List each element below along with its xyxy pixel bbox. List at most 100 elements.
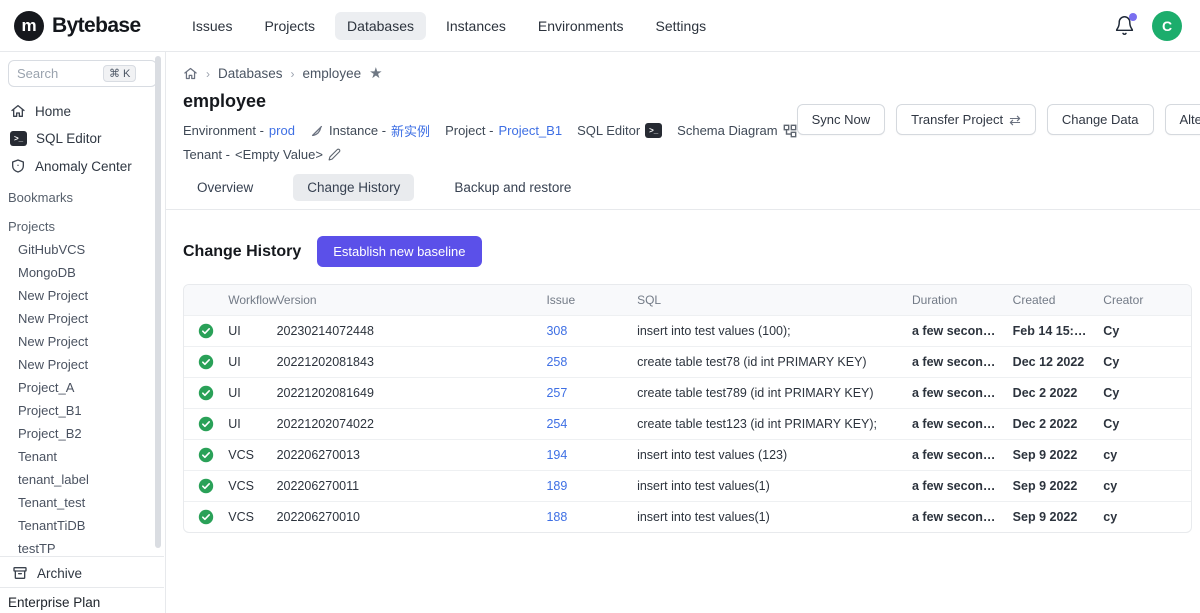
page-title: employee: [183, 91, 797, 112]
cell-issue: 257: [538, 377, 629, 408]
nav-item-issues[interactable]: Issues: [180, 12, 244, 40]
edit-pencil-icon[interactable]: [328, 148, 341, 161]
nav-item-projects[interactable]: Projects: [252, 12, 327, 40]
tab-list: Overview Change History Backup and restore: [166, 162, 1200, 210]
cell-status: [184, 501, 220, 532]
sql-editor-shortcut[interactable]: SQL Editor >_: [577, 123, 662, 138]
issue-link[interactable]: 258: [546, 355, 567, 369]
cell-issue: 308: [538, 315, 629, 346]
sidebar-project-item[interactable]: New Project: [18, 353, 165, 376]
sidebar-project-item[interactable]: GitHubVCS: [18, 238, 165, 261]
issue-link[interactable]: 189: [546, 479, 567, 493]
sidebar-item-anomaly-center[interactable]: Anomaly Center: [0, 152, 165, 180]
cell-version: 202206270013: [269, 439, 539, 470]
sidebar-section-bookmarks: Bookmarks: [0, 180, 165, 209]
cell-created: Dec 12 2022: [1005, 346, 1096, 377]
issue-link[interactable]: 188: [546, 510, 567, 524]
cell-sql: insert into test values (123): [629, 439, 904, 470]
breadcrumb-databases[interactable]: Databases: [218, 66, 283, 81]
success-check-icon: [198, 478, 214, 494]
table-row[interactable]: UI20221202074022254create table test123 …: [184, 408, 1191, 439]
sidebar-project-item[interactable]: Project_B2: [18, 422, 165, 445]
column-header: Created: [1005, 285, 1096, 315]
success-check-icon: [198, 385, 214, 401]
issue-link[interactable]: 308: [546, 324, 567, 338]
sidebar-section-projects: Projects: [0, 209, 165, 238]
cell-status: [184, 377, 220, 408]
notifications-button[interactable]: [1114, 15, 1136, 37]
establish-baseline-button[interactable]: Establish new baseline: [317, 236, 481, 267]
project-list: GitHubVCSMongoDBNew ProjectNew ProjectNe…: [0, 238, 165, 583]
cell-creator: cy: [1095, 501, 1191, 532]
search-box[interactable]: ⌘ K: [8, 60, 157, 87]
archive-label: Archive: [37, 566, 82, 581]
cell-created: Dec 2 2022: [1005, 377, 1096, 408]
table-row[interactable]: UI20221202081843258create table test78 (…: [184, 346, 1191, 377]
nav-item-environments[interactable]: Environments: [526, 12, 636, 40]
table-row[interactable]: VCS202206270013 194 insert into test value…: [184, 439, 1191, 470]
search-input[interactable]: [17, 66, 103, 81]
sidebar-project-item[interactable]: New Project: [18, 307, 165, 330]
sidebar-item-label: SQL Editor: [36, 131, 102, 146]
issue-link[interactable]: 257: [546, 386, 567, 400]
column-header: Workflow: [220, 285, 268, 315]
transfer-project-button[interactable]: Transfer Project⇄: [896, 104, 1036, 135]
brand-logo[interactable]: m Bytebase: [0, 11, 168, 41]
cell-creator: cy: [1095, 439, 1191, 470]
sidebar-scrollbar[interactable]: [155, 56, 161, 548]
column-header: Version: [269, 285, 539, 315]
engine-icon: [310, 124, 324, 138]
avatar[interactable]: C: [1152, 11, 1182, 41]
table-row[interactable]: UI20230214072448308insert into test valu…: [184, 315, 1191, 346]
table-row[interactable]: UI20221202081649257create table test789 …: [184, 377, 1191, 408]
tab-change-history[interactable]: Change History: [293, 174, 414, 201]
cell-created: Feb 14 15:32: [1005, 315, 1096, 346]
sidebar-item-archive[interactable]: Archive: [0, 556, 164, 587]
sidebar-project-item[interactable]: New Project: [18, 284, 165, 307]
sidebar-project-item[interactable]: Tenant: [18, 445, 165, 468]
sidebar-project-item[interactable]: Project_A: [18, 376, 165, 399]
environment-link[interactable]: prod: [269, 123, 295, 138]
sidebar-project-item[interactable]: tenant_label: [18, 468, 165, 491]
cell-workflow: VCS: [220, 470, 268, 501]
change-data-button[interactable]: Change Data: [1047, 104, 1154, 135]
cell-version: 20221202081843: [269, 346, 539, 377]
change-history-header: Change History Establish new baseline: [166, 210, 1200, 267]
sidebar-project-item[interactable]: New Project: [18, 330, 165, 353]
nav-item-databases[interactable]: Databases: [335, 12, 426, 40]
cell-sql: insert into test values (100);: [629, 315, 904, 346]
breadcrumb-employee[interactable]: employee: [303, 66, 362, 81]
sidebar-item-label: Anomaly Center: [35, 159, 132, 174]
issue-link[interactable]: 194: [546, 448, 567, 462]
sidebar-project-item[interactable]: Project_B1: [18, 399, 165, 422]
sidebar-project-item[interactable]: MongoDB: [18, 261, 165, 284]
cell-sql: create table test123 (id int PRIMARY KEY…: [629, 408, 904, 439]
project-link[interactable]: Project_B1: [498, 123, 562, 138]
issue-link[interactable]: 254: [546, 417, 567, 431]
tab-backup-and-restore[interactable]: Backup and restore: [440, 174, 585, 201]
tab-overview[interactable]: Overview: [183, 174, 267, 201]
sidebar-project-item[interactable]: TenantTiDB: [18, 514, 165, 537]
sync-now-button[interactable]: Sync Now: [797, 104, 886, 135]
alter-schema-button[interactable]: Alter Schema: [1165, 104, 1200, 135]
shield-icon: [10, 158, 26, 174]
instance-link[interactable]: 新实例: [391, 121, 430, 140]
home-breadcrumb-icon[interactable]: [183, 66, 198, 81]
cell-sql: insert into test values(1): [629, 470, 904, 501]
cell-workflow: VCS: [220, 439, 268, 470]
table-header-row: WorkflowVersionIssueSQLDurationCreatedCr…: [184, 285, 1191, 315]
schema-diagram-shortcut[interactable]: Schema Diagram: [677, 123, 796, 138]
cell-workflow: UI: [220, 315, 268, 346]
table-row[interactable]: VCS202206270010188insert into test value…: [184, 501, 1191, 532]
table-row[interactable]: VCS202206270011189insert into test value…: [184, 470, 1191, 501]
sidebar-project-item[interactable]: Tenant_test: [18, 491, 165, 514]
nav-item-settings[interactable]: Settings: [644, 12, 719, 40]
bookmark-star-icon[interactable]: ★: [369, 66, 382, 81]
sidebar-item-home[interactable]: Home: [0, 97, 165, 125]
nav-item-instances[interactable]: Instances: [434, 12, 518, 40]
cell-dur: a few seconds: [904, 501, 1005, 532]
cell-created: Sep 9 2022: [1005, 439, 1096, 470]
sidebar-item-sql-editor[interactable]: >_ SQL Editor: [0, 125, 165, 152]
plan-label: Enterprise Plan: [0, 587, 164, 613]
cell-workflow: UI: [220, 377, 268, 408]
